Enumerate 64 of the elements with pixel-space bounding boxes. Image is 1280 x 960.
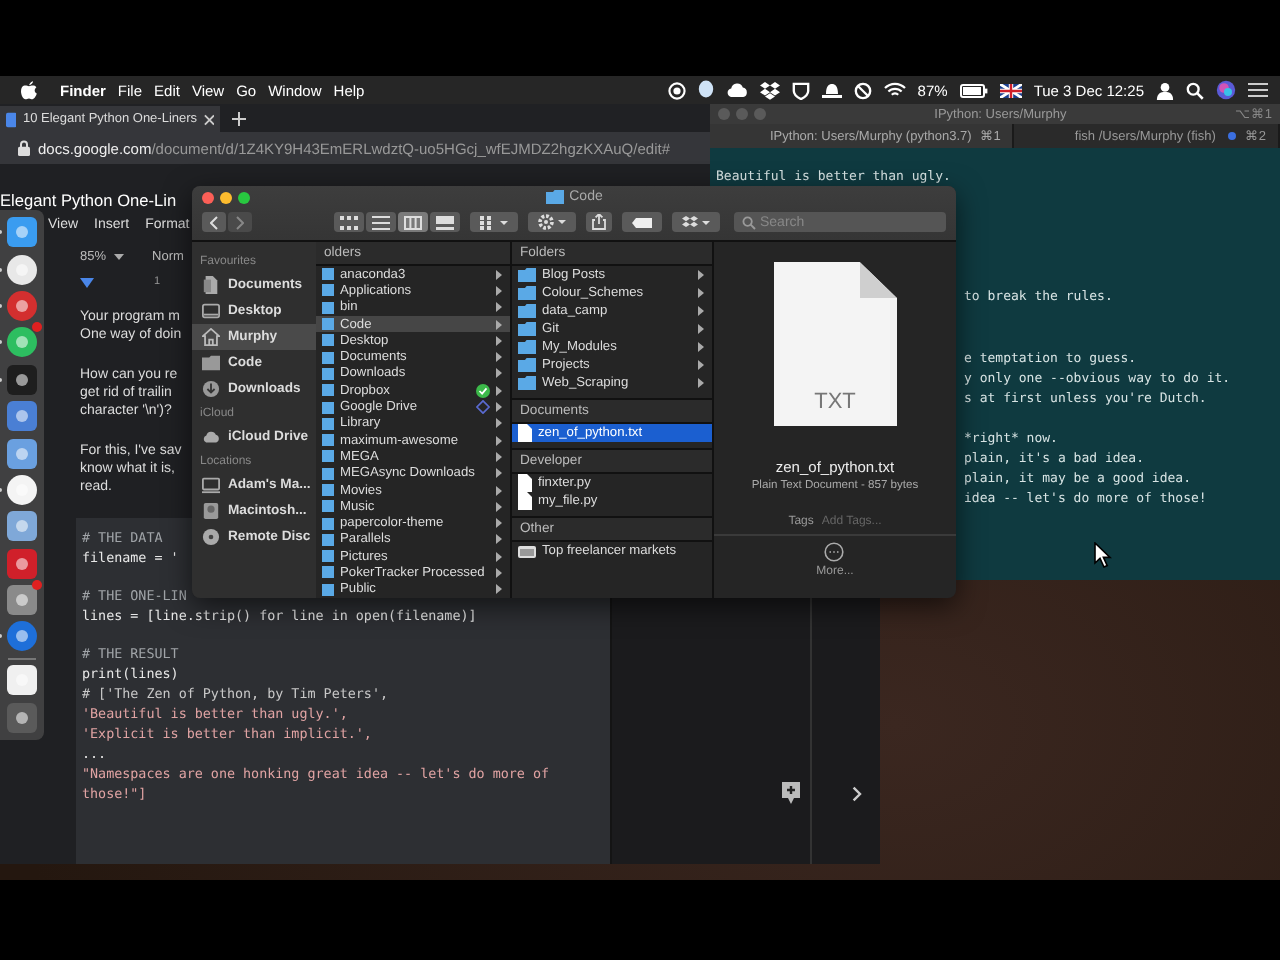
cloud-icon[interactable] [725, 82, 748, 98]
settings-icon [538, 214, 566, 230]
chevron-right-icon [236, 215, 244, 229]
file-icon [518, 424, 532, 442]
document-title[interactable]: Elegant Python One-Lin [0, 188, 177, 214]
chevron-right-icon[interactable] [852, 786, 862, 802]
caret-icon [114, 253, 125, 259]
balloon-icon[interactable] [697, 80, 714, 100]
action-button[interactable] [528, 212, 576, 232]
grid-icon [480, 215, 508, 229]
share-icon [592, 214, 606, 230]
home-icon [202, 328, 220, 346]
dropbox-button[interactable] [672, 212, 720, 232]
forward-button[interactable] [228, 212, 252, 232]
view-icon [436, 215, 454, 229]
tag-button[interactable] [622, 212, 662, 232]
download-icon [202, 380, 220, 398]
flag-icon[interactable] [999, 83, 1022, 97]
back-button[interactable] [202, 212, 226, 232]
search-icon[interactable] [1186, 81, 1204, 99]
lock-icon [18, 140, 30, 156]
view-mode-button[interactable] [430, 212, 460, 232]
document-icon [202, 276, 220, 294]
hat-icon[interactable] [821, 81, 842, 99]
menu-icon[interactable] [1248, 82, 1268, 98]
user-icon[interactable] [1156, 81, 1174, 99]
view-icon [340, 215, 358, 229]
add-comment-icon[interactable] [782, 782, 800, 804]
computer-icon [202, 476, 220, 494]
sync-icon [476, 400, 490, 415]
folder-icon [202, 354, 220, 372]
cloud-icon [202, 428, 220, 446]
view-mode-button[interactable] [366, 212, 396, 232]
indent-marker-icon[interactable] [80, 277, 94, 287]
tag-icon [632, 217, 652, 227]
mouse-pointer-icon [1094, 542, 1112, 568]
more-icon [824, 542, 845, 562]
disc-icon [202, 528, 220, 546]
prohibited-icon[interactable] [853, 81, 872, 99]
apple-icon[interactable] [20, 80, 38, 100]
close-icon[interactable] [203, 113, 214, 125]
view-icon [372, 215, 390, 229]
view-mode-button[interactable] [398, 212, 428, 232]
web-location-icon [518, 545, 536, 557]
share-button[interactable] [586, 212, 612, 232]
box-icon[interactable] [759, 81, 780, 99]
orb-icon[interactable] [1216, 80, 1236, 100]
folder-icon [545, 190, 564, 204]
wifi-icon[interactable] [883, 82, 906, 98]
desktop-icon [202, 302, 220, 320]
record-icon[interactable] [667, 81, 686, 99]
drive-icon [202, 502, 220, 520]
view-icon [404, 215, 422, 229]
box-icon [682, 215, 710, 229]
search-icon [742, 215, 756, 229]
shield-icon[interactable] [791, 81, 810, 99]
document-icon [6, 111, 17, 127]
chevron-left-icon [210, 215, 218, 229]
view-mode-button[interactable] [334, 212, 364, 232]
file-type-label: TXT [814, 390, 856, 414]
new-tab-icon[interactable] [232, 112, 246, 126]
group-button[interactable] [470, 212, 518, 232]
checkmark-icon [476, 383, 490, 398]
battery-icon[interactable] [959, 83, 988, 97]
